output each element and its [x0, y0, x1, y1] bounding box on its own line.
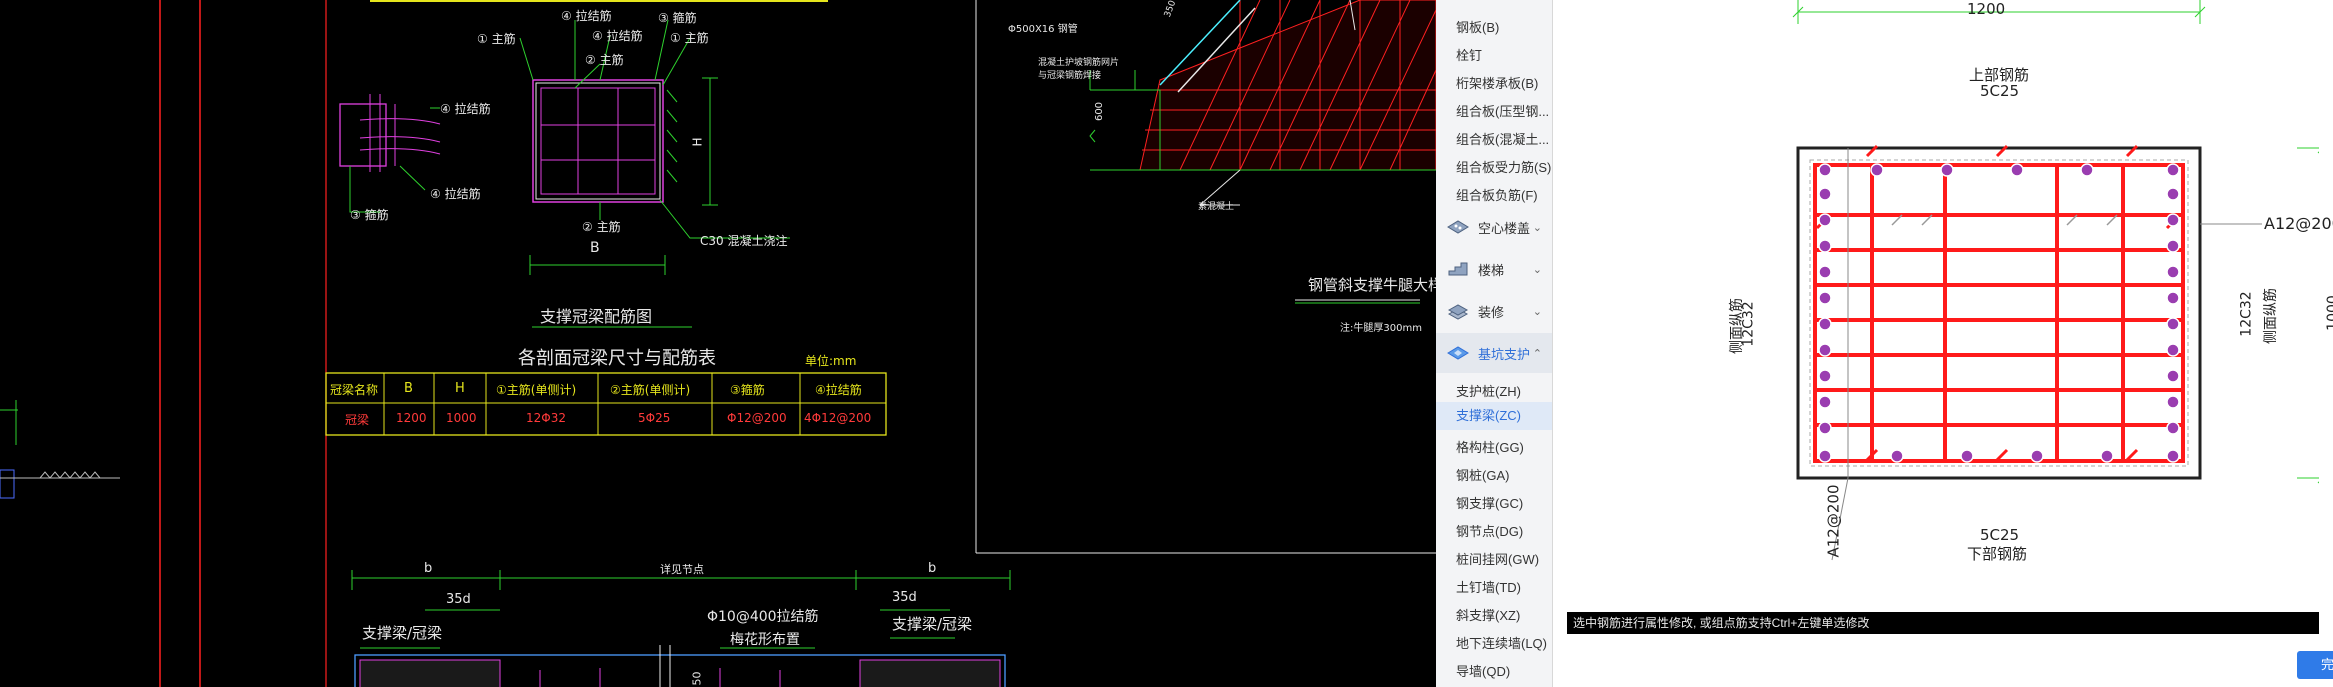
table-header-main2: ②主筋(单侧计)	[610, 383, 691, 397]
table-cell-b: 1200	[396, 411, 427, 425]
base-label: 素混凝土	[1198, 202, 1235, 212]
label-main-bar-2-bottom: ② 主筋	[582, 220, 621, 234]
dim-b-label: B	[590, 240, 600, 256]
menu-item-truss-deck[interactable]: 桁架楼承板(B)	[1456, 73, 1538, 92]
dim-b-left: b	[424, 561, 433, 576]
dim-35d-right: 35d	[892, 590, 917, 605]
beam-label-right: 支撑梁/冠梁	[892, 615, 973, 633]
label-main-bar-1-right: ① 主筋	[670, 31, 709, 45]
section-title: 支撑冠梁配筋图	[540, 307, 653, 326]
menu-item-soil-nail-wall[interactable]: 土钉墙(TD)	[1456, 577, 1521, 596]
label-tie-bar-4-right2: ④ 拉结筋	[430, 187, 481, 201]
menu-item-steel-pile[interactable]: 钢桩(GA)	[1456, 465, 1509, 484]
right-side-label: 侧面纵筋	[2263, 288, 2279, 344]
menu-item-support-beam[interactable]: 支撑梁(ZC)	[1436, 402, 1552, 430]
label-main-bar-2-inner: ② 主筋	[585, 53, 624, 67]
menu-item-lattice-column[interactable]: 格构柱(GG)	[1456, 437, 1524, 456]
chevron-down-icon: ⌄	[1532, 262, 1542, 276]
finish-button[interactable]: 完成	[2297, 651, 2333, 679]
menu-group-label: 基坑支护	[1478, 346, 1531, 362]
chevron-up-icon: ⌃	[1532, 346, 1542, 360]
component-tree-panel[interactable]: 钢板(B) 栓钉 桁架楼承板(B) 组合板(压型钢... 组合板(混凝土... …	[1436, 0, 1553, 687]
mesh-note-1: 混凝土护坡钢筋网片	[1038, 58, 1120, 68]
menu-group-label: 装修	[1478, 304, 1505, 320]
decoration-icon	[1447, 304, 1469, 320]
label-tie-bar-4-top: ④ 拉结筋	[561, 9, 612, 23]
menu-group-stair[interactable]: 楼梯 ⌄	[1436, 249, 1552, 289]
menu-item-steel-plate[interactable]: 钢板(B)	[1456, 17, 1499, 36]
table-cell-stirrup: Φ12@200	[727, 411, 787, 425]
label-stirrup-3-bottom: ③ 箍筋	[350, 208, 389, 222]
dim-b-right: b	[928, 561, 937, 576]
menu-item-composite-stress-bar[interactable]: 组合板受力筋(S)	[1456, 157, 1551, 176]
menu-item-composite-neg-bar[interactable]: 组合板负筋(F)	[1456, 185, 1538, 204]
menu-item-composite-concrete[interactable]: 组合板(混凝土...	[1456, 129, 1549, 148]
table-header-b: B	[404, 381, 413, 396]
hollow-floor-icon	[1447, 220, 1469, 234]
table-cell-main2: 5Φ25	[638, 411, 671, 425]
section-preview-canvas[interactable]: 1200 上部钢筋 5C25 A12@200 侧面纵筋 12C32 12C32 …	[1567, 0, 2333, 612]
table-cell-name: 冠梁	[345, 413, 370, 427]
menu-item-pile-mesh[interactable]: 桩间挂网(GW)	[1456, 549, 1539, 568]
slope-subtitle: 注:牛腿厚300mm	[1340, 323, 1422, 334]
menu-item-support-pile[interactable]: 支护桩(ZH)	[1456, 381, 1521, 400]
tie-note: Φ10@400拉结筋	[707, 609, 819, 625]
label-tie-bar-4-right: ④ 拉结筋	[440, 102, 491, 116]
mesh-note-2: 与冠梁钢筋焊接	[1038, 71, 1102, 81]
menu-item-guide-wall[interactable]: 导墙(QD)	[1456, 661, 1510, 680]
menu-item-steel-node[interactable]: 钢节点(DG)	[1456, 521, 1523, 540]
stair-icon	[1448, 262, 1468, 276]
table-cell-h: 1000	[446, 411, 477, 425]
status-bar: 选中钢筋进行属性修改, 或组点筋支持Ctrl+左键单选修改	[1567, 612, 2319, 634]
chevron-down-icon: ⌄	[1532, 304, 1542, 318]
label-concrete: C30 混凝土浇注	[700, 234, 788, 248]
menu-item-stud[interactable]: 栓钉	[1456, 45, 1482, 64]
menu-item-diagonal-support[interactable]: 斜支撑(XZ)	[1456, 605, 1520, 624]
beam-section-drawing	[1792, 0, 2329, 561]
bottom-bars-value[interactable]: 5C25	[1980, 526, 2019, 544]
menu-group-label: 空心楼盖	[1478, 220, 1531, 236]
menu-item-composite-deck[interactable]: 组合板(压型钢...	[1456, 101, 1549, 120]
table-unit: 单位:mm	[805, 354, 857, 368]
left-side-value[interactable]: 12C32	[1741, 301, 1757, 346]
bottom-bars-label: 下部钢筋	[1967, 545, 2028, 563]
chevron-down-icon: ⌄	[1532, 220, 1542, 234]
menu-item-steel-support[interactable]: 钢支撑(GC)	[1456, 493, 1523, 512]
right-side-value[interactable]: 12C32	[2239, 291, 2255, 336]
label-stirrup-3-top: ③ 箍筋	[658, 11, 697, 25]
top-bars-value[interactable]: 5C25	[1980, 82, 2019, 100]
slope-title: 钢管斜支撑牛腿大样图	[1308, 276, 1436, 294]
section-editor-panel: 1200 上部钢筋 5C25 A12@200 侧面纵筋 12C32 12C32 …	[1553, 0, 2333, 687]
label-main-bar-1-left: ① 主筋	[477, 32, 516, 46]
bottom-stirrup-label[interactable]: A12@200	[1824, 485, 1842, 558]
cad-linework	[0, 0, 1436, 687]
dim-width: 1200	[1967, 0, 2006, 18]
right-stirrup-label[interactable]: A12@200	[2264, 214, 2333, 233]
menu-item-diaphragm-wall[interactable]: 地下连续墙(LQ)	[1456, 633, 1547, 652]
pit-support-icon	[1447, 346, 1469, 360]
menu-group-decoration[interactable]: 装修 ⌄	[1436, 291, 1552, 331]
table-cell-tie: 4Φ12@200	[804, 411, 872, 425]
cad-drawing-canvas[interactable]: ① 主筋 ④ 拉结筋 ④ 拉结筋 ③ 箍筋 ① 主筋 ② 主筋 ② 主筋 ④ 拉…	[0, 0, 1436, 687]
menu-group-label: 楼梯	[1478, 262, 1505, 278]
dim-35d-left: 35d	[446, 592, 471, 607]
table-header-tie: ④拉结筋	[815, 383, 862, 397]
menu-group-pit-support[interactable]: 基坑支护 ⌃	[1436, 333, 1552, 373]
menu-group-hollow-floor[interactable]: 空心楼盖 ⌄	[1436, 207, 1552, 247]
table-header-main1: ①主筋(单侧计)	[496, 383, 577, 397]
table-header-h: H	[455, 381, 465, 396]
slope-dim-2: 600	[1094, 101, 1106, 122]
beam-label-left: 支撑梁/冠梁	[362, 624, 443, 642]
table-header-name: 冠梁名称	[330, 383, 379, 397]
dim-height: 1000	[2324, 295, 2333, 331]
table-cell-main1: 12Φ32	[526, 411, 566, 425]
pipe-label: Φ500X16 钢管	[1008, 24, 1078, 35]
table-title: 各剖面冠梁尺寸与配筋表	[518, 348, 716, 369]
tie-note-2: 梅花形布置	[730, 632, 800, 648]
dim-h-label: H	[690, 137, 705, 147]
table-header-stirrup: ③箍筋	[730, 383, 765, 397]
dim-50: 50	[690, 671, 704, 686]
dim-mid: 详见节点	[660, 563, 704, 576]
label-tie-bar-4-top2: ④ 拉结筋	[592, 29, 643, 43]
